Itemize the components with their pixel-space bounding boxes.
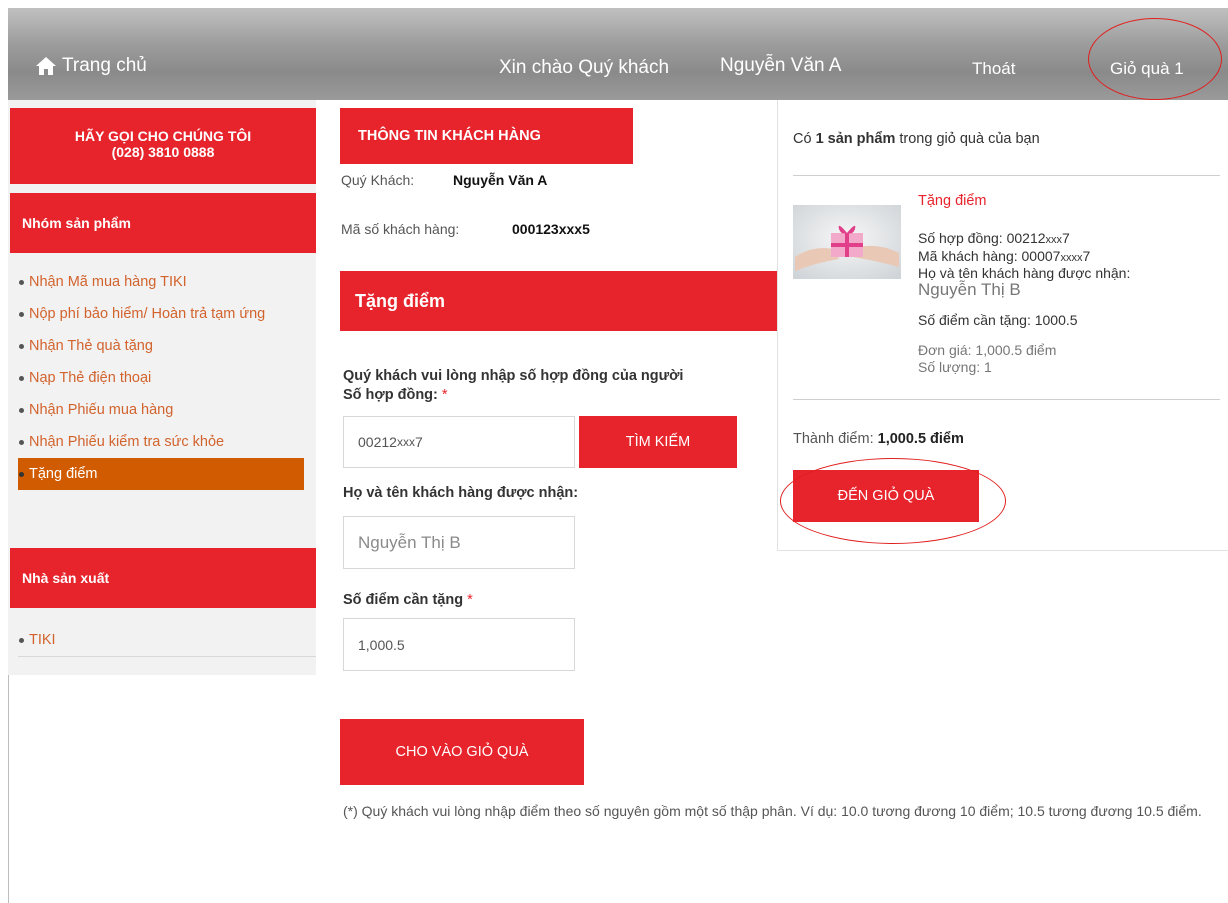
cart-item-unit-price: Đơn giá: 1,000.5 điểm	[918, 342, 1057, 358]
sidebar-item-gift-card[interactable]: Nhận Thẻ quà tặng	[18, 330, 298, 362]
required-mark: *	[441, 387, 448, 403]
customer-name-value: Nguyễn Văn A	[453, 172, 548, 188]
home-label: Trang chủ	[62, 55, 147, 76]
top-navigation-bar	[8, 8, 1228, 100]
greeting-text: Xin chào Quý khách	[499, 57, 670, 78]
cart-item-title[interactable]: Tặng điểm	[918, 193, 987, 209]
gift-points-header: Tặng điểm	[340, 271, 777, 331]
gift-cart-link[interactable]: Giỏ quà 1	[1110, 59, 1184, 79]
user-name: Nguyễn Văn A	[720, 55, 842, 76]
product-group-list: Nhận Mã mua hàng TIKI Nộp phí bảo hiểm/ …	[18, 266, 304, 490]
points-input[interactable]: 1,000.5	[343, 618, 575, 671]
sidebar-divider	[18, 656, 316, 657]
logout-link[interactable]: Thoát	[972, 59, 1015, 79]
contract-instruction: Quý khách vui lòng nhập số hợp đồng của …	[343, 368, 684, 384]
contract-number-input[interactable]: 00212 xxx 7	[343, 416, 575, 468]
sidebar-item-tiki-code[interactable]: Nhận Mã mua hàng TIKI	[18, 266, 298, 298]
add-to-gift-cart-button[interactable]: CHO VÀO GIỎ QUÀ	[340, 719, 584, 785]
recipient-name-input[interactable]: Nguyễn Thị B	[343, 516, 575, 569]
contract-label: Số hợp đồng: *	[343, 387, 448, 403]
cart-divider-bottom	[793, 399, 1220, 400]
sidebar-item-insurance-fee[interactable]: Nộp phí bảo hiểm/ Hoàn trả tạm ứng	[18, 298, 298, 330]
customer-info-header: THÔNG TIN KHÁCH HÀNG	[340, 108, 633, 164]
gift-image	[793, 205, 901, 279]
manufacturer-header: Nhà sản xuất	[10, 548, 316, 608]
points-note: (*) Quý khách vui lòng nhập điểm theo số…	[343, 803, 1202, 819]
sidebar-item-gift-points[interactable]: Tặng điểm	[18, 458, 304, 490]
cart-item-contract: Số hợp đồng: 00212xxx7	[918, 230, 1070, 246]
product-group-header: Nhóm sản phẩm	[10, 193, 316, 253]
recipient-label: Họ và tên khách hàng được nhận:	[343, 485, 579, 501]
search-button[interactable]: TÌM KIẾM	[579, 416, 737, 468]
home-icon	[36, 57, 56, 75]
cart-item-recipient-label: Họ và tên khách hàng được nhận:	[918, 265, 1131, 281]
cart-item-recipient-name: Nguyễn Thị B	[918, 280, 1021, 299]
cart-count-text: Có 1 sản phẩm trong giỏ quà của bạn	[793, 131, 1040, 147]
sidebar-item-health-check[interactable]: Nhận Phiếu kiểm tra sức khỏe	[18, 426, 298, 458]
manufacturer-list: TIKI	[18, 624, 298, 656]
cart-divider-top	[793, 175, 1220, 176]
sidebar-item-phone-card[interactable]: Nạp Thẻ điện thoại	[18, 362, 298, 394]
cart-total: Thành điểm: 1,000.5 điểm	[793, 431, 964, 447]
required-mark: *	[467, 592, 473, 608]
cart-item-customer-id: Mã khách hàng: 00007xxxx7	[918, 248, 1091, 264]
sidebar-item-voucher[interactable]: Nhận Phiếu mua hàng	[18, 394, 298, 426]
cart-item-points: Số điểm cần tặng: 1000.5	[918, 312, 1078, 328]
sidebar-item-tiki[interactable]: TIKI	[18, 624, 298, 656]
customer-id-value: 000123xxx5	[512, 221, 590, 237]
hotline-number: (028) 3810 0888	[111, 144, 215, 160]
go-to-gift-cart-button[interactable]: ĐẾN GIỎ QUÀ	[793, 470, 979, 522]
customer-id-label: Mã số khách hàng:	[341, 221, 460, 237]
call-us-box: HÃY GỌI CHO CHÚNG TÔI (028) 3810 0888	[10, 108, 316, 184]
home-link[interactable]: Trang chủ	[36, 55, 147, 77]
call-us-title: HÃY GỌI CHO CHÚNG TÔI	[74, 128, 252, 144]
customer-name-label: Quý Khách:	[341, 172, 415, 188]
cart-item-quantity: Số lượng: 1	[918, 359, 992, 375]
points-label: Số điểm cần tặng *	[343, 592, 473, 608]
